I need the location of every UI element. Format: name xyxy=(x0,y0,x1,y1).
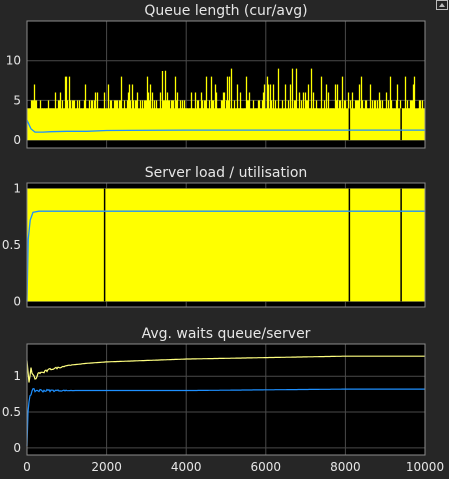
server-load-series xyxy=(27,188,425,302)
queue-length-ytick-label: 5 xyxy=(13,93,21,107)
avg-waits-ytick-label: 0.5 xyxy=(2,405,21,419)
avg-waits-xtick-label: 0 xyxy=(23,460,31,474)
queue-length-ytick-label: 10 xyxy=(6,54,21,68)
queue-length-title: Queue length (cur/avg) xyxy=(144,3,307,19)
server-load-ytick-label: 0.5 xyxy=(2,238,21,252)
server-load-title: Server load / utilisation xyxy=(145,165,308,181)
axes-toolbar-icon[interactable] xyxy=(436,0,448,10)
queue-length-ytick-label: 0 xyxy=(13,133,21,147)
queue-current-fill xyxy=(27,108,425,141)
figure: Queue length (cur/avg) 0510 Server load … xyxy=(0,0,449,479)
avg-waits-xtick-label: 8000 xyxy=(330,460,361,474)
avg-waits-xtick-label: 10000 xyxy=(406,460,444,474)
server-load-ytick-label: 1 xyxy=(13,182,21,196)
queue-length-axes: Queue length (cur/avg) 0 5 10 xyxy=(6,3,426,149)
avg-waits-axes: Avg. waits queue/server 0 0.5 1 0 2000 4000 60… xyxy=(2,326,444,474)
avg-waits-title: Avg. waits queue/server xyxy=(142,326,311,342)
server-load-ytick-label: 0 xyxy=(13,294,21,308)
avg-waits-xtick-label: 2000 xyxy=(91,460,122,474)
server-load-axes: Server load / utilisation 0 0.5 1 xyxy=(2,165,426,308)
avg-waits-xtick-label: 4000 xyxy=(171,460,202,474)
avg-waits-plot-area xyxy=(27,344,425,455)
avg-waits-xtick-label: 6000 xyxy=(251,460,282,474)
avg-waits-ytick-label: 1 xyxy=(13,369,21,383)
avg-waits-ytick-label: 0 xyxy=(13,441,21,455)
